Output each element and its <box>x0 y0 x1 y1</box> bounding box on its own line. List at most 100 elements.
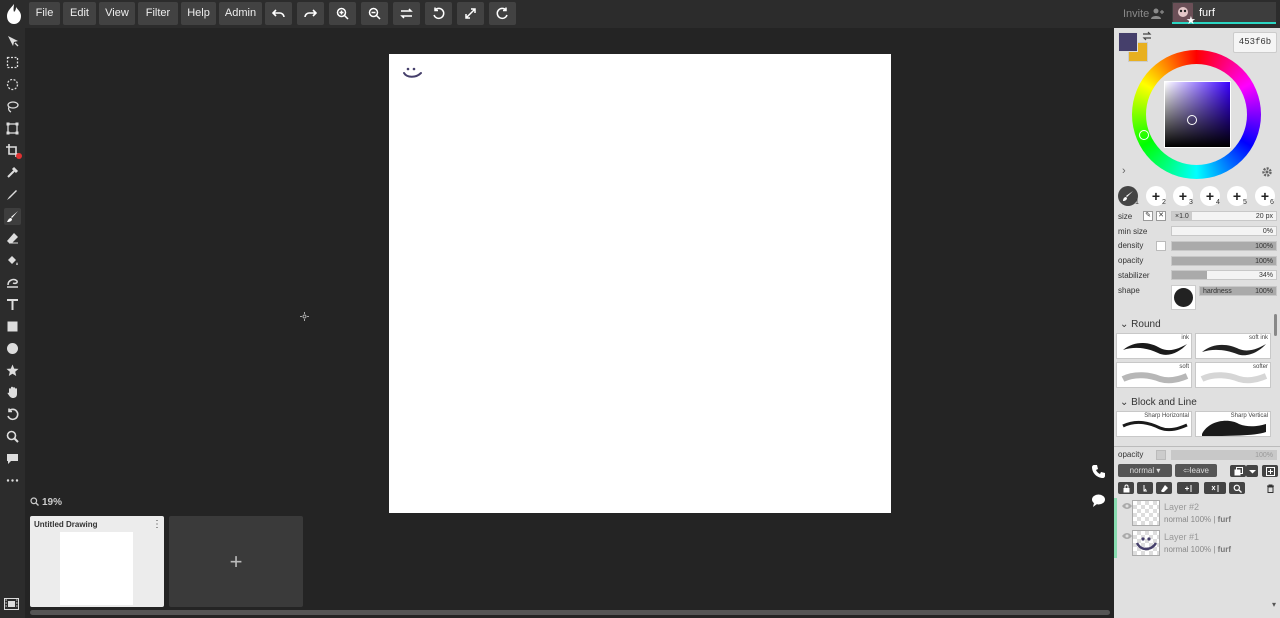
pen-tool-icon[interactable] <box>4 186 21 203</box>
layer-opacity-slider[interactable]: 100% <box>1171 450 1277 460</box>
menu-view[interactable]: View <box>99 2 135 25</box>
rectangle-tool-icon[interactable] <box>4 318 21 335</box>
rotate-tool-icon[interactable] <box>4 406 21 423</box>
layer-item[interactable]: Layer #1 normal 100% | furf <box>1114 528 1280 558</box>
layers-scroll-down-icon[interactable]: ▾ <box>1272 600 1276 609</box>
eraser-tool-icon[interactable] <box>4 230 21 247</box>
swap-colors-icon[interactable] <box>1142 31 1152 41</box>
fullscreen-button[interactable] <box>457 2 484 25</box>
eye-icon[interactable] <box>1122 502 1132 510</box>
more-tools-icon[interactable] <box>4 472 21 489</box>
clip-layer-button[interactable] <box>1137 482 1153 494</box>
brush-preset-sharp-vertical[interactable]: Sharp Vertical <box>1195 411 1271 437</box>
stabilizer-slider[interactable]: 34% <box>1171 270 1277 280</box>
add-user-icon[interactable] <box>1151 8 1164 19</box>
eyedropper-tool-icon[interactable] <box>4 164 21 181</box>
brush-category-round[interactable]: ⌄ Round <box>1120 319 1161 330</box>
document-thumbnail[interactable]: Untitled Drawing ⋮ <box>30 516 164 607</box>
blend-mode-select[interactable]: normal ▾ <box>1118 464 1172 477</box>
menu-admin[interactable]: Admin <box>219 2 262 25</box>
hardness-slider[interactable]: hardness 100% <box>1199 286 1277 296</box>
saturation-value-square[interactable] <box>1164 81 1231 148</box>
color-picker-handle[interactable] <box>1187 115 1197 125</box>
brush-preset-softer[interactable]: softer <box>1195 362 1271 388</box>
layer-options-dropdown[interactable] <box>1246 465 1258 477</box>
density-label: density <box>1118 241 1144 250</box>
delete-layer-button[interactable] <box>1262 482 1278 494</box>
pressure-pen-icon[interactable]: ✎ <box>1143 211 1153 221</box>
hardness-label: hardness <box>1203 288 1232 295</box>
lock-layer-button[interactable] <box>1118 482 1134 494</box>
rotate-button[interactable] <box>425 2 452 25</box>
rect-select-tool-icon[interactable] <box>4 54 21 71</box>
brush-preset-soft[interactable]: soft <box>1116 362 1192 388</box>
brush-library-scrollbar[interactable] <box>1274 314 1277 336</box>
kebab-menu-icon[interactable]: ⋮ <box>152 519 162 530</box>
leave-button[interactable]: ⇦leave <box>1175 464 1217 477</box>
density-slider[interactable]: 100% <box>1171 241 1277 251</box>
chat-icon[interactable] <box>1091 493 1106 508</box>
menu-filter[interactable]: Filter <box>138 2 178 25</box>
voice-call-icon[interactable] <box>1091 464 1106 479</box>
smudge-tool-icon[interactable] <box>4 274 21 291</box>
fill-tool-icon[interactable] <box>4 252 21 269</box>
text-tool-icon[interactable] <box>4 296 21 313</box>
brush-preset-sharp-horizontal[interactable]: Sharp Horizontal <box>1116 411 1192 437</box>
brush-shape-preview[interactable] <box>1171 285 1196 310</box>
merge-all-button[interactable] <box>1204 482 1226 494</box>
star-tool-icon[interactable] <box>4 362 21 379</box>
flip-button[interactable] <box>393 2 420 25</box>
gear-icon[interactable] <box>1261 166 1273 178</box>
add-document-button[interactable]: + <box>169 516 303 607</box>
layer-opacity-checkbox[interactable] <box>1156 450 1166 460</box>
menu-file[interactable]: File <box>29 2 60 25</box>
move-tool-icon[interactable] <box>4 32 21 49</box>
brush-preset-soft-ink[interactable]: soft ink <box>1195 333 1271 359</box>
chevron-right-icon[interactable]: › <box>1122 165 1126 177</box>
redo-button[interactable] <box>297 2 324 25</box>
layer-item[interactable]: Layer #2 normal 100% | furf <box>1114 498 1280 528</box>
menu-edit[interactable]: Edit <box>63 2 96 25</box>
ellipse-tool-icon[interactable] <box>4 340 21 357</box>
transform-tool-icon[interactable] <box>4 120 21 137</box>
horizontal-scrollbar[interactable] <box>30 610 1110 615</box>
hue-picker-handle[interactable] <box>1139 130 1149 140</box>
drawing-canvas[interactable] <box>389 54 891 513</box>
hand-tool-icon[interactable] <box>4 384 21 401</box>
brush-preset-ink[interactable]: ink <box>1116 333 1192 359</box>
film-strip-icon[interactable] <box>4 598 19 610</box>
menu-help[interactable]: Help <box>181 2 216 25</box>
brush-category-label: Round <box>1131 319 1161 330</box>
clear-layer-button[interactable] <box>1156 482 1172 494</box>
merge-down-button[interactable] <box>1177 482 1199 494</box>
chevron-down-icon: ⌄ <box>1120 319 1129 330</box>
brush-slot-number: 3 <box>1189 199 1193 206</box>
min-size-slider[interactable]: 0% <box>1171 226 1277 236</box>
reset-view-button[interactable] <box>489 2 516 25</box>
comment-tool-icon[interactable] <box>4 450 21 467</box>
app-logo-icon[interactable] <box>4 3 24 25</box>
lasso-tool-icon[interactable] <box>4 98 21 115</box>
chevron-down-icon: ⌄ <box>1120 397 1129 408</box>
opacity-slider[interactable]: 100% <box>1171 256 1277 266</box>
brush-tool-icon[interactable] <box>4 208 21 225</box>
ellipse-select-tool-icon[interactable] <box>4 76 21 93</box>
invite-link[interactable]: Invite <box>1123 8 1149 20</box>
zoom-tool-icon[interactable] <box>4 428 21 445</box>
hex-color-input[interactable]: 453f6b <box>1233 32 1277 53</box>
size-toggle-icon[interactable]: ✕ <box>1156 211 1166 221</box>
density-checkbox[interactable] <box>1156 241 1166 251</box>
zoom-in-button[interactable] <box>329 2 356 25</box>
zoom-out-icon <box>368 7 381 20</box>
duplicate-layer-button[interactable] <box>1230 465 1246 477</box>
size-slider[interactable]: ×1.0 20 px <box>1171 211 1277 221</box>
primary-color-swatch[interactable] <box>1118 32 1138 52</box>
undo-button[interactable] <box>265 2 292 25</box>
size-label: size <box>1118 212 1133 221</box>
zoom-out-button[interactable] <box>361 2 388 25</box>
blend-mode-value: normal <box>1129 466 1155 475</box>
find-layer-button[interactable] <box>1229 482 1245 494</box>
eye-icon[interactable] <box>1122 532 1132 540</box>
new-layer-button[interactable] <box>1262 465 1278 477</box>
brush-category-block-and-line[interactable]: ⌄ Block and Line <box>1120 397 1197 408</box>
